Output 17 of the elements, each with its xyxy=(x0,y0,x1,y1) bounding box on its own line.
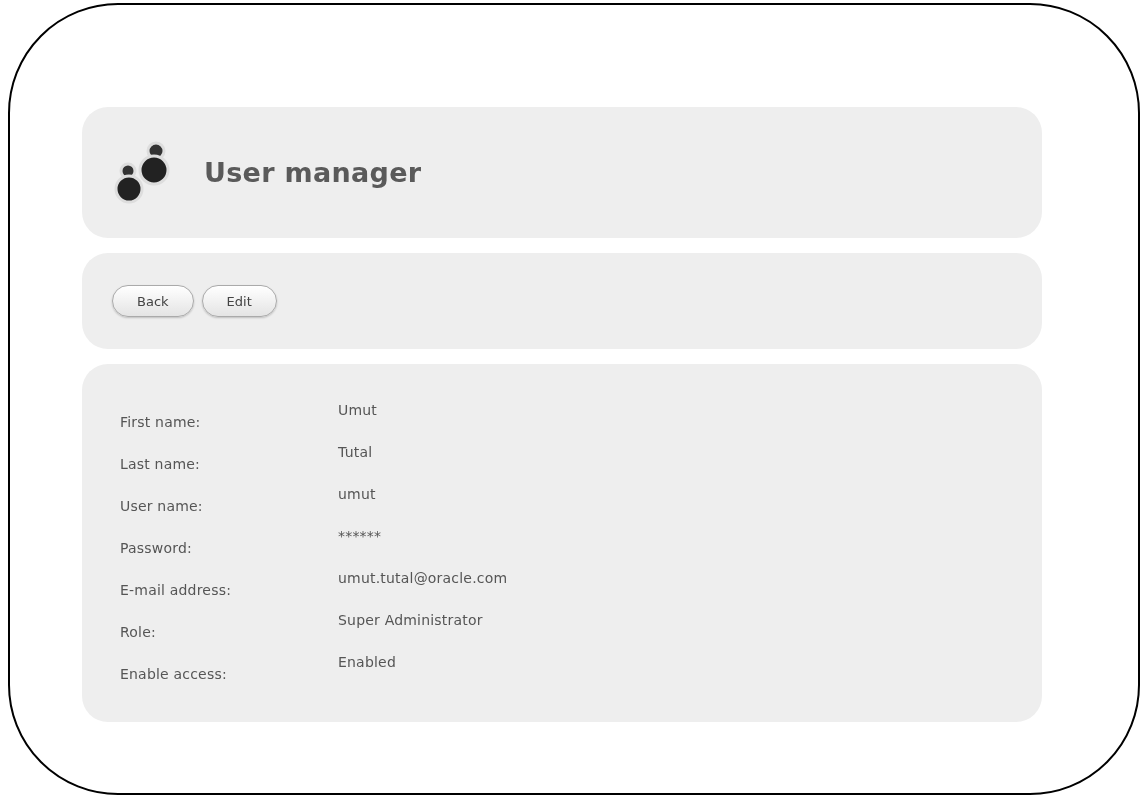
field-value: Enabled xyxy=(338,654,397,672)
page-title: User manager xyxy=(204,157,422,188)
field-value: Tutal xyxy=(338,444,374,462)
field-value: Umut xyxy=(338,402,379,420)
field-value: ****** xyxy=(338,528,383,546)
field-value: Super Administrator xyxy=(338,612,484,630)
field-label: Last name: xyxy=(120,455,202,474)
field-label: First name: xyxy=(120,413,202,432)
toolbar-button[interactable]: Back xyxy=(112,285,194,317)
field-label: Enable access: xyxy=(120,665,228,684)
toolbar-button[interactable]: Edit xyxy=(201,285,277,317)
field-label: Password: xyxy=(120,539,193,558)
field-value: umut.tutal@oracle.com xyxy=(338,570,509,588)
field-value: umut xyxy=(338,486,377,504)
field-label: Role: xyxy=(120,623,157,642)
field-label: User name: xyxy=(120,497,204,516)
field-label: E-mail address: xyxy=(120,581,233,600)
